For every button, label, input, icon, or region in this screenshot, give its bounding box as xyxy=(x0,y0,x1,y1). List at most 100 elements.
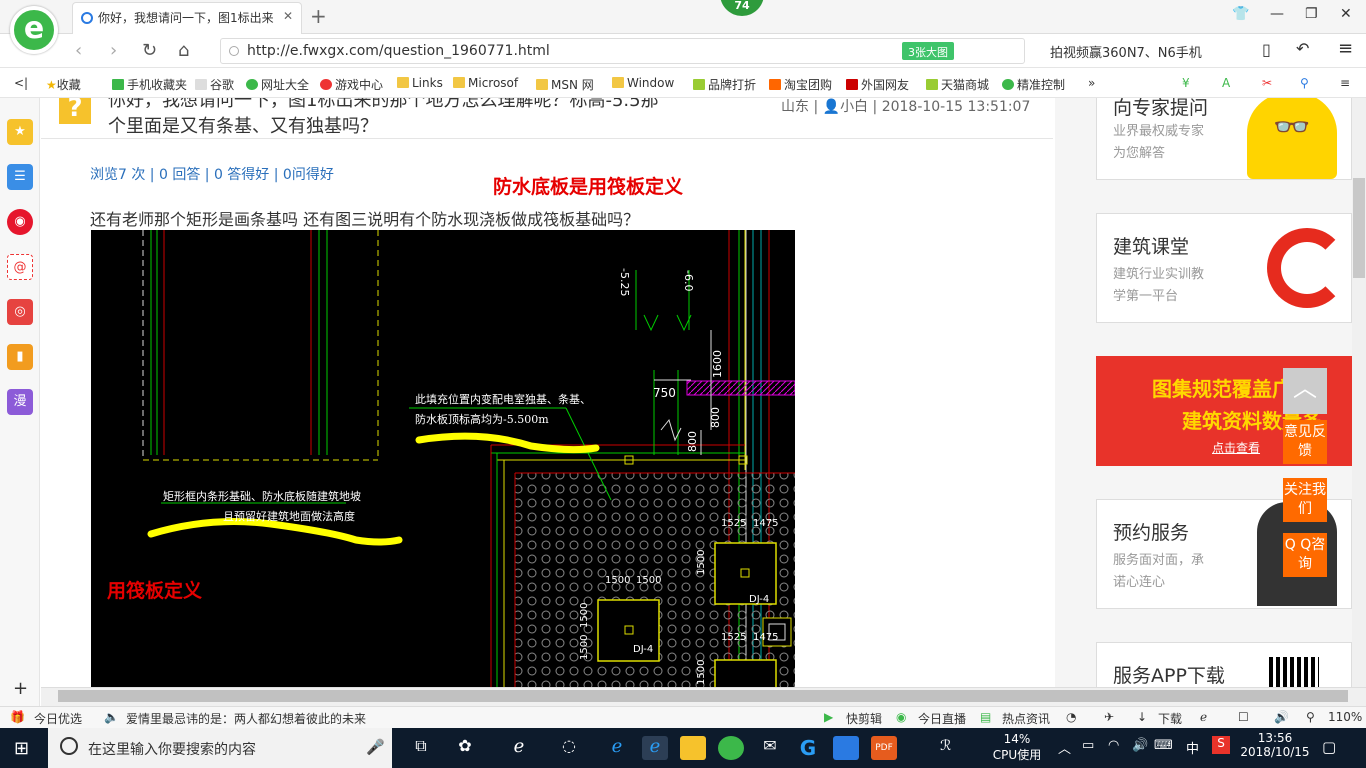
bookmark-item[interactable]: Microsof xyxy=(453,76,518,90)
close-icon[interactable]: ✕ xyxy=(283,9,293,23)
banner-link[interactable]: 点击查看 xyxy=(1212,439,1260,456)
question-stats[interactable]: 浏览7 次 | 0 回答 | 0 答得好 | 0问得好 xyxy=(90,164,334,184)
bookmark-item[interactable]: 网址大全 xyxy=(246,76,309,93)
minimize-button[interactable]: — xyxy=(1270,6,1284,22)
back-to-top-button[interactable]: ︿ xyxy=(1283,368,1327,414)
browser-logo[interactable]: e xyxy=(10,6,58,54)
back-icon[interactable]: ‹ xyxy=(75,40,82,61)
cad-drawing-image[interactable]: -5.25 -6.0 1600 750 800 800 此填充位置内变配电室独基… xyxy=(91,230,795,687)
person-icon[interactable]: ℛ xyxy=(940,738,951,754)
undo-icon[interactable]: ↶ xyxy=(1296,39,1309,58)
ime-indicator[interactable]: 中 xyxy=(1186,738,1199,757)
accelerate-icon[interactable]: ◔ xyxy=(1066,710,1076,724)
translate-icon[interactable]: A xyxy=(1222,76,1230,90)
mail-icon[interactable]: @ xyxy=(7,254,33,280)
bookmark-item[interactable]: 天猫商城 xyxy=(926,76,989,93)
notification-center-icon[interactable]: ▢ xyxy=(1322,738,1336,756)
building-class-card[interactable]: 建筑课堂 建筑行业实训教 学第一平台 xyxy=(1096,213,1352,323)
fan-app-icon[interactable]: ✿ xyxy=(452,736,478,760)
file-explorer-icon[interactable] xyxy=(680,736,706,760)
horizontal-scrollbar-thumb[interactable] xyxy=(58,690,1348,702)
comic-icon[interactable]: 漫 xyxy=(7,389,33,415)
news-link[interactable]: 热点资讯 xyxy=(1002,710,1050,727)
tray-up-icon[interactable]: ︿ xyxy=(1058,738,1071,757)
bookmark-item[interactable]: ★收藏 xyxy=(46,76,81,93)
feedback-button[interactable]: 意见反馈 xyxy=(1283,420,1327,464)
app-window-icon[interactable] xyxy=(833,736,859,760)
new-tab-button[interactable]: + xyxy=(310,4,327,28)
search-icon[interactable]: ⚲ xyxy=(1300,76,1309,90)
bookmark-item[interactable]: 淘宝团购 xyxy=(769,76,832,93)
sogou-icon[interactable]: S xyxy=(1212,736,1230,754)
bookmark-item[interactable]: Window xyxy=(612,76,674,90)
tray-app-icon[interactable]: ▭ xyxy=(1082,738,1094,753)
site-info-icon[interactable] xyxy=(229,46,239,56)
close-window-button[interactable]: ✕ xyxy=(1340,6,1352,22)
ask-expert-card[interactable]: 向专家提问 业界最权威专家 为您解答 👓 xyxy=(1096,98,1352,180)
microphone-icon[interactable]: 🎤 xyxy=(366,738,385,756)
windows-start-icon[interactable]: ⊞ xyxy=(14,738,29,759)
menu-icon[interactable]: ≡ xyxy=(1338,38,1353,59)
refresh-icon[interactable]: ↻ xyxy=(142,40,157,61)
bookmark-item[interactable]: 谷歌 xyxy=(195,76,234,93)
ie-mode-icon[interactable]: ℯ xyxy=(1200,710,1207,724)
wifi-icon[interactable]: ◠ xyxy=(1108,738,1119,753)
bookmark-item[interactable]: Links xyxy=(397,76,443,90)
favorites-icon[interactable]: ★ xyxy=(7,119,33,145)
pdf-icon[interactable]: PDF xyxy=(871,736,897,760)
volume-icon[interactable]: 🔊 xyxy=(1274,710,1289,724)
clock[interactable]: 13:56 2018/10/15 xyxy=(1240,731,1310,759)
spiral-app-icon[interactable]: ◌ xyxy=(556,736,582,760)
window-icon[interactable]: ☐ xyxy=(1238,710,1249,724)
follow-us-button[interactable]: 关注我们 xyxy=(1283,478,1327,522)
phone-icon[interactable]: ▯ xyxy=(1262,40,1271,59)
scissors-icon[interactable]: ✂ xyxy=(1262,76,1272,90)
weibo-icon[interactable]: ◉ xyxy=(7,209,33,235)
task-view-icon[interactable]: ⧉ xyxy=(408,736,434,760)
live-link[interactable]: 今日直播 xyxy=(918,710,966,727)
ie-icon[interactable]: ℯ xyxy=(642,736,668,760)
url-input[interactable]: http://e.fwxgx.com/question_1960771.html… xyxy=(220,38,1025,64)
keyboard-icon[interactable]: ⌨ xyxy=(1154,738,1173,753)
cpu-meter[interactable]: 14% CPU使用 xyxy=(992,732,1042,763)
home-icon[interactable]: ⌂ xyxy=(178,40,189,61)
sidebar-toggle-icon[interactable]: <| xyxy=(14,76,28,90)
author[interactable]: 小白 xyxy=(840,99,868,115)
browser-e-icon[interactable]: ℯ xyxy=(506,736,532,760)
download-link[interactable]: 下载 xyxy=(1158,710,1182,727)
book-icon[interactable]: ▮ xyxy=(7,344,33,370)
360-browser-icon[interactable] xyxy=(718,736,744,760)
forward-icon[interactable]: › xyxy=(110,40,117,61)
zoom-icon[interactable]: ⚲ xyxy=(1306,710,1315,724)
bookmark-item[interactable]: 品牌打折 xyxy=(693,76,756,93)
app-download-card[interactable]: 服务APP下载 xyxy=(1096,642,1352,687)
taskbar-search-input[interactable]: 在这里输入你要搜索的内容 🎤 xyxy=(48,728,392,768)
headline-link[interactable]: 爱情里最忌讳的是：两人都幻想着彼此的未来 xyxy=(126,710,366,727)
zoom-level[interactable]: 110% xyxy=(1328,710,1362,724)
maximize-button[interactable]: ❐ xyxy=(1305,6,1318,22)
search-suggestion[interactable]: 拍视频赢360N7、N6手机 xyxy=(1050,42,1202,61)
g-app-icon[interactable]: G xyxy=(795,736,821,760)
browser-tab[interactable]: 你好，我想请问一下，图1标出来 ✕ xyxy=(72,2,302,34)
bookmark-item[interactable]: 外国网友 xyxy=(846,76,909,93)
shirt-icon[interactable]: 👕 xyxy=(1232,6,1249,22)
kuaijian-link[interactable]: 快剪辑 xyxy=(846,710,882,727)
yen-icon[interactable]: ¥ xyxy=(1182,76,1190,90)
reader-icon[interactable]: ☰ xyxy=(7,164,33,190)
more-bookmarks-icon[interactable]: » xyxy=(1088,76,1095,90)
bookmark-item[interactable]: 精准控制 xyxy=(1002,76,1065,93)
pin-icon[interactable]: ✈ xyxy=(1104,710,1114,724)
today-picks-link[interactable]: 今日优选 xyxy=(34,710,82,727)
add-icon[interactable]: + xyxy=(13,678,28,699)
big-image-button[interactable]: 3张大图 xyxy=(902,42,954,60)
menu-icon[interactable]: ≡ xyxy=(1340,76,1350,90)
bookmark-item[interactable]: 游戏中心 xyxy=(320,76,383,93)
edge-icon[interactable]: ℯ xyxy=(604,736,630,760)
qq-consult-button[interactable]: Q Q咨询 xyxy=(1283,533,1327,577)
vertical-scrollbar-thumb[interactable] xyxy=(1353,178,1365,278)
download-icon[interactable]: ↓ xyxy=(1137,710,1147,724)
bookmark-item[interactable]: 手机收藏夹 xyxy=(112,76,187,93)
volume-icon[interactable]: 🔊 xyxy=(1132,738,1148,753)
game-icon[interactable]: ◎ xyxy=(7,299,33,325)
mail-envelope-icon[interactable]: ✉ xyxy=(757,736,783,760)
